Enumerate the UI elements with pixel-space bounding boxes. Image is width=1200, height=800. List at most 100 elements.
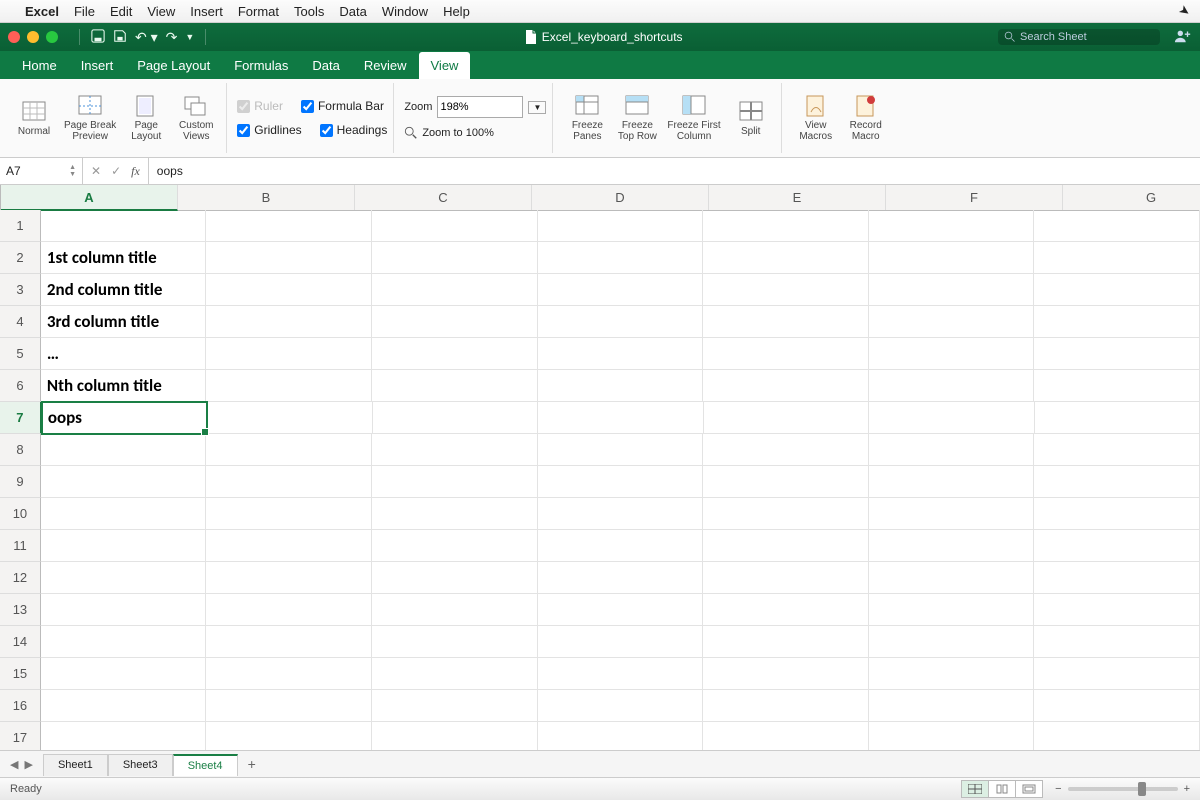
cell-B15[interactable] — [206, 658, 372, 690]
cell-E15[interactable] — [703, 658, 869, 690]
cell-A5[interactable]: … — [41, 338, 207, 370]
cell-E1[interactable] — [703, 210, 869, 242]
row-header-8[interactable]: 8 — [0, 434, 41, 466]
cell-A15[interactable] — [41, 658, 207, 690]
cell-C15[interactable] — [372, 658, 538, 690]
cell-B12[interactable] — [206, 562, 372, 594]
zoom-input[interactable] — [437, 96, 523, 118]
cell-C5[interactable] — [372, 338, 538, 370]
cell-A3[interactable]: 2nd column title — [41, 274, 207, 306]
cell-A11[interactable] — [41, 530, 207, 562]
cell-E7[interactable] — [704, 402, 869, 434]
tab-view[interactable]: View — [419, 52, 471, 79]
cell-E6[interactable] — [703, 370, 869, 402]
cell-D5[interactable] — [538, 338, 704, 370]
row-header-10[interactable]: 10 — [0, 498, 41, 530]
cell-F10[interactable] — [869, 498, 1035, 530]
normal-view-button[interactable]: Normal — [10, 98, 58, 139]
cell-E3[interactable] — [703, 274, 869, 306]
cell-G8[interactable] — [1034, 434, 1200, 466]
cell-D12[interactable] — [538, 562, 704, 594]
gridlines-checkbox[interactable]: Gridlines — [237, 123, 301, 137]
cell-F11[interactable] — [869, 530, 1035, 562]
spreadsheet-grid[interactable]: ABCDEFG 121st column title32nd column ti… — [0, 185, 1200, 750]
cell-B1[interactable] — [206, 210, 372, 242]
row-header-1[interactable]: 1 — [0, 210, 41, 242]
view-macros-button[interactable]: View Macros — [792, 92, 840, 144]
cell-D9[interactable] — [538, 466, 704, 498]
cell-D15[interactable] — [538, 658, 704, 690]
cell-B4[interactable] — [206, 306, 372, 338]
row-header-3[interactable]: 3 — [0, 274, 41, 306]
row-header-5[interactable]: 5 — [0, 338, 41, 370]
cell-G16[interactable] — [1034, 690, 1200, 722]
row-header-17[interactable]: 17 — [0, 722, 41, 750]
cell-D1[interactable] — [538, 210, 704, 242]
cell-C10[interactable] — [372, 498, 538, 530]
cell-D2[interactable] — [538, 242, 704, 274]
split-button[interactable]: Split — [727, 98, 775, 139]
row-header-13[interactable]: 13 — [0, 594, 41, 626]
cell-C9[interactable] — [372, 466, 538, 498]
cell-D10[interactable] — [538, 498, 704, 530]
cell-D6[interactable] — [538, 370, 704, 402]
cell-F1[interactable] — [869, 210, 1035, 242]
row-header-9[interactable]: 9 — [0, 466, 41, 498]
cell-C12[interactable] — [372, 562, 538, 594]
cell-A14[interactable] — [41, 626, 207, 658]
cell-D7[interactable] — [538, 402, 703, 434]
page-break-view-icon[interactable] — [1015, 780, 1043, 798]
cell-E4[interactable] — [703, 306, 869, 338]
cell-B10[interactable] — [206, 498, 372, 530]
cell-D8[interactable] — [538, 434, 704, 466]
cell-D16[interactable] — [538, 690, 704, 722]
search-sheet-input[interactable]: Search Sheet — [998, 29, 1160, 45]
column-header-F[interactable]: F — [886, 185, 1063, 210]
cell-C1[interactable] — [372, 210, 538, 242]
cell-G3[interactable] — [1034, 274, 1200, 306]
mac-menu-insert[interactable]: Insert — [190, 4, 223, 19]
cell-G14[interactable] — [1034, 626, 1200, 658]
cell-G4[interactable] — [1034, 306, 1200, 338]
cell-G15[interactable] — [1034, 658, 1200, 690]
column-header-E[interactable]: E — [709, 185, 886, 210]
freeze-panes-button[interactable]: Freeze Panes — [563, 92, 611, 144]
cell-F3[interactable] — [869, 274, 1035, 306]
cell-C16[interactable] — [372, 690, 538, 722]
zoom-in-icon[interactable]: + — [1184, 783, 1190, 795]
tab-formulas[interactable]: Formulas — [222, 52, 300, 79]
cell-C7[interactable] — [373, 402, 538, 434]
mac-menu-file[interactable]: File — [74, 4, 95, 19]
share-icon[interactable] — [1174, 28, 1192, 47]
formula-input[interactable]: oops — [149, 164, 1200, 178]
cell-B7[interactable] — [207, 402, 372, 434]
cell-F13[interactable] — [869, 594, 1035, 626]
cell-D14[interactable] — [538, 626, 704, 658]
add-sheet-button[interactable]: + — [238, 752, 266, 776]
cell-E10[interactable] — [703, 498, 869, 530]
cell-D3[interactable] — [538, 274, 704, 306]
tab-insert[interactable]: Insert — [69, 52, 126, 79]
row-header-16[interactable]: 16 — [0, 690, 41, 722]
cell-A12[interactable] — [41, 562, 207, 594]
row-header-15[interactable]: 15 — [0, 658, 41, 690]
cell-A16[interactable] — [41, 690, 207, 722]
mac-menu-view[interactable]: View — [147, 4, 175, 19]
column-header-B[interactable]: B — [178, 185, 355, 210]
cell-G5[interactable] — [1034, 338, 1200, 370]
cell-B17[interactable] — [206, 722, 372, 750]
zoom-to-100-button[interactable]: Zoom to 100% — [404, 126, 494, 140]
tab-page-layout[interactable]: Page Layout — [125, 52, 222, 79]
sheet-tab-sheet3[interactable]: Sheet3 — [108, 754, 173, 776]
cell-F4[interactable] — [869, 306, 1035, 338]
cell-C11[interactable] — [372, 530, 538, 562]
row-header-11[interactable]: 11 — [0, 530, 41, 562]
cell-B5[interactable] — [206, 338, 372, 370]
accept-formula-icon[interactable]: ✓ — [111, 164, 121, 178]
mac-menu-app[interactable]: Excel — [25, 4, 59, 19]
cell-C13[interactable] — [372, 594, 538, 626]
cell-C2[interactable] — [372, 242, 538, 274]
freeze-top-row-button[interactable]: Freeze Top Row — [613, 92, 661, 144]
cell-A17[interactable] — [41, 722, 207, 750]
page-layout-view-button[interactable]: Page Layout — [122, 92, 170, 144]
